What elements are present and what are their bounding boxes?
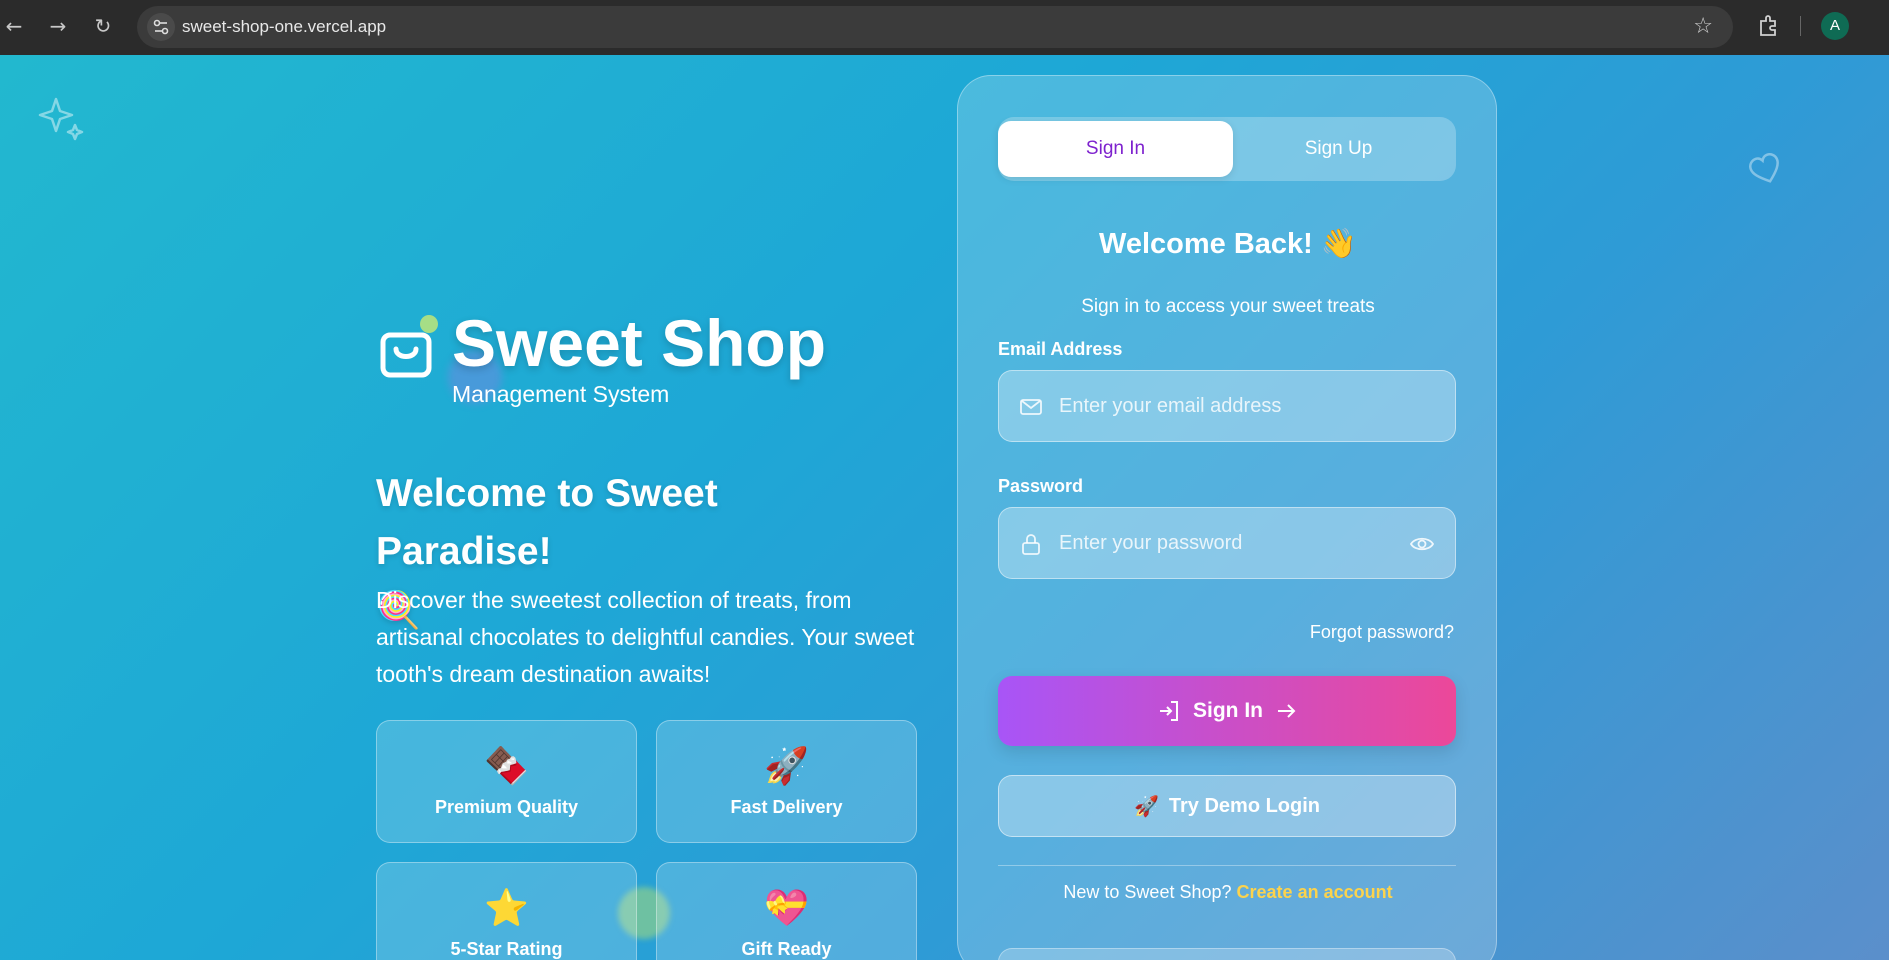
tab-sign-in[interactable]: Sign In xyxy=(998,121,1233,177)
profile-avatar[interactable]: A xyxy=(1821,12,1849,40)
forgot-password-link[interactable]: Forgot password? xyxy=(1310,622,1454,643)
heart-icon xyxy=(1749,153,1779,183)
feature-label: 5-Star Rating xyxy=(450,939,563,959)
star-icon: ⭐ xyxy=(484,887,529,928)
demo-login-button[interactable]: 🚀 Try Demo Login xyxy=(998,775,1456,837)
address-bar[interactable]: sweet-shop-one.vercel.app ☆ xyxy=(137,6,1733,48)
password-label: Password xyxy=(998,476,1084,496)
create-account-link[interactable]: Create an account xyxy=(1237,882,1393,902)
back-icon[interactable]: ← xyxy=(0,12,28,40)
email-label: Email Address xyxy=(998,339,1123,359)
forward-icon[interactable]: → xyxy=(44,12,72,40)
feature-label: Premium Quality xyxy=(434,797,579,817)
welcome-subheading: Sign in to access your sweet treats xyxy=(1081,296,1375,317)
extensions-icon[interactable] xyxy=(1753,11,1783,41)
hero-description: Discover the sweetest collection of trea… xyxy=(376,587,915,687)
eye-icon[interactable] xyxy=(1409,532,1435,556)
bookmark-star-icon[interactable]: ☆ xyxy=(1693,14,1713,39)
sign-in-button-label: Sign In xyxy=(1193,699,1263,722)
feature-card: 🚀 Fast Delivery xyxy=(656,720,917,843)
hero-title-text: Welcome to Sweet Paradise! xyxy=(376,472,718,573)
demo-login-label: Try Demo Login xyxy=(1168,794,1321,817)
reload-icon[interactable]: ↻ xyxy=(89,12,117,40)
browser-toolbar: ← → ↻ sweet-shop-one.vercel.app ☆ A xyxy=(0,0,1889,55)
mail-icon xyxy=(1020,399,1042,415)
feature-label: Fast Delivery xyxy=(730,797,843,817)
arrow-right-icon xyxy=(1278,704,1296,718)
additional-panel xyxy=(998,948,1456,960)
sign-in-button[interactable]: Sign In xyxy=(998,676,1456,746)
toolbar-divider xyxy=(1800,16,1801,36)
auth-tabs: Sign In Sign Up xyxy=(998,117,1456,181)
rocket-icon: 🚀 xyxy=(764,745,809,786)
password-field[interactable] xyxy=(998,507,1456,579)
welcome-heading-text: Welcome Back! xyxy=(1098,228,1313,260)
lock-icon xyxy=(1022,534,1040,555)
email-field[interactable] xyxy=(998,370,1456,442)
brand-subtitle: Management System xyxy=(452,381,670,407)
feature-label: Gift Ready xyxy=(741,939,832,959)
gift-heart-icon: 💝 xyxy=(764,887,809,928)
url-text: sweet-shop-one.vercel.app xyxy=(182,17,387,36)
chocolate-icon: 🍫 xyxy=(484,745,529,786)
feature-card: 🍫 Premium Quality xyxy=(376,720,637,843)
email-input[interactable] xyxy=(1059,371,1399,441)
brand-title: Sweet Shop xyxy=(452,306,827,380)
shopping-bag-icon xyxy=(380,332,432,378)
login-page: Sweet Shop Management System Welcome to … xyxy=(0,55,1889,960)
divider xyxy=(998,865,1456,866)
site-settings-icon[interactable] xyxy=(147,13,175,41)
password-input[interactable] xyxy=(1059,508,1399,578)
signup-prompt: New to Sweet Shop? Create an account xyxy=(958,882,1498,903)
signup-prompt-text: New to Sweet Shop? xyxy=(1063,882,1232,902)
tab-sign-up[interactable]: Sign Up xyxy=(1221,121,1456,177)
rocket-icon: 🚀 xyxy=(1133,795,1159,818)
sparkle-icon xyxy=(38,97,84,141)
feature-card: ⭐ 5-Star Rating xyxy=(376,862,637,960)
login-icon xyxy=(1160,701,1178,721)
waving-hand-icon: 👋 xyxy=(1320,228,1357,260)
welcome-heading: Welcome Back! 👋 xyxy=(958,227,1498,261)
auth-card: Sign In Sign Up Welcome Back! 👋 Sign in … xyxy=(957,75,1497,960)
feature-card: 💝 Gift Ready xyxy=(656,862,917,960)
